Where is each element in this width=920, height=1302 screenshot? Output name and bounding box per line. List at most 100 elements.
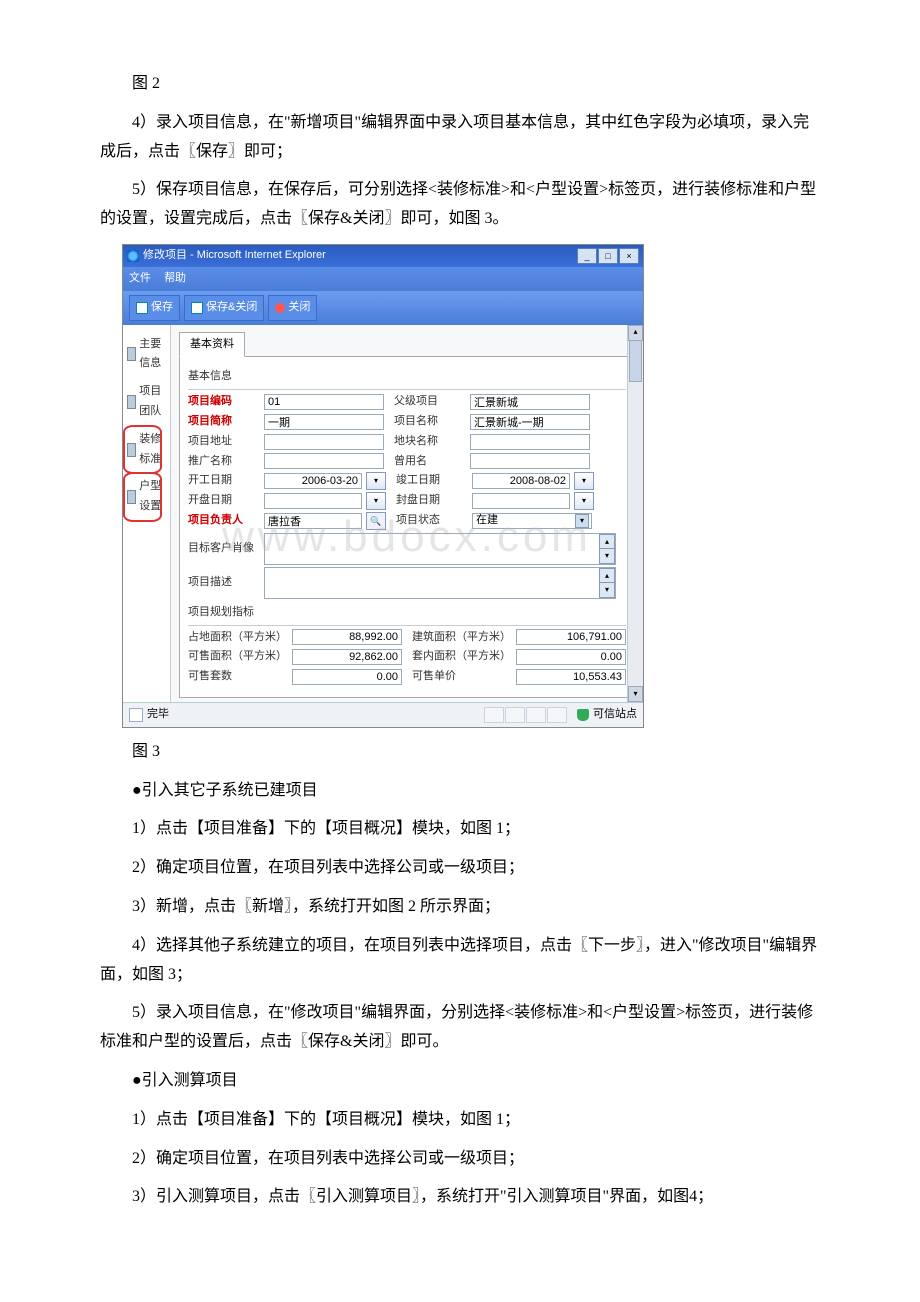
screenshot-figure-3: 修改项目 - Microsoft Internet Explorer _ □ ×… (122, 244, 644, 728)
date-picker-start[interactable]: ▾ (366, 472, 386, 490)
sidebar-item-team[interactable]: 项目团队 (125, 378, 168, 426)
menu-file[interactable]: 文件 (129, 272, 151, 284)
label-land-name: 地块名称 (394, 432, 466, 452)
input-project-code[interactable] (264, 394, 384, 410)
input-promo-name[interactable] (264, 453, 384, 469)
label-sale-area: 可售面积（平方米） (188, 647, 288, 667)
select-status[interactable]: 在建 ▾ (472, 513, 592, 529)
ie-page-icon (129, 708, 143, 722)
label-promo-name: 推广名称 (188, 452, 260, 472)
import-step5: 5）录入项目信息，在"修改项目"编辑界面，分别选择<装修标准>和<户型设置>标签… (100, 999, 820, 1057)
input-land-area[interactable] (292, 629, 402, 645)
status-bar: 完毕 可信站点 (123, 702, 643, 727)
input-open-date[interactable] (264, 493, 362, 509)
import-step2: 2）确定项目位置，在项目列表中选择公司或一级项目； (100, 854, 820, 883)
label-project-name: 项目名称 (394, 412, 466, 432)
input-finish-date[interactable] (472, 473, 570, 489)
calc-step1: 1）点击【项目准备】下的【项目概况】模块，如图 1； (100, 1106, 820, 1135)
section-metrics: 项目规划指标 (188, 603, 626, 626)
paragraph-step5: 5）保存项目信息，在保存后，可分别选择<装修标准>和<户型设置>标签页，进行装修… (100, 176, 820, 234)
label-project-code: 项目编码 (188, 392, 260, 412)
save-button[interactable]: 保存 (129, 295, 180, 321)
decoration-icon (127, 443, 136, 457)
input-land-name[interactable] (470, 434, 590, 450)
heading-import-subsystem: ●引入其它子系统已建项目 (100, 777, 820, 806)
trusted-site-icon (577, 709, 589, 721)
figure-caption-2: 图 2 (100, 70, 820, 99)
sidebar-item-main-info[interactable]: 主要信息 (125, 331, 168, 379)
ie-icon (127, 250, 139, 262)
close-icon (275, 303, 285, 313)
label-sale-price: 可售单价 (412, 667, 512, 687)
date-picker-plan[interactable]: ▾ (574, 492, 594, 510)
owner-picker[interactable] (366, 512, 386, 530)
input-owner[interactable] (264, 513, 362, 529)
sidebar-item-unit-type[interactable]: 户型设置 (125, 473, 168, 521)
textarea-target-customer[interactable]: ▴ ▾ (264, 533, 616, 565)
input-project-name[interactable] (470, 414, 590, 430)
date-picker-open[interactable]: ▾ (366, 492, 386, 510)
figure-caption-3: 图 3 (100, 738, 820, 767)
status-done: 完毕 (147, 705, 169, 725)
input-parent-project[interactable] (470, 394, 590, 410)
scroll-down-icon[interactable]: ▾ (599, 582, 615, 598)
date-picker-finish[interactable]: ▾ (574, 472, 594, 490)
status-cell (526, 707, 546, 723)
save-close-icon (191, 302, 203, 314)
input-build-area[interactable] (516, 629, 626, 645)
import-step1: 1）点击【项目准备】下的【项目概况】模块，如图 1； (100, 815, 820, 844)
sidebar-item-decoration[interactable]: 装修标准 (125, 426, 168, 474)
status-cell (505, 707, 525, 723)
section-basic-info: 基本信息 (188, 367, 626, 390)
input-project-addr[interactable] (264, 434, 384, 450)
import-step4: 4）选择其他子系统建立的项目，在项目列表中选择项目，点击〖下一步〗，进入"修改项… (100, 932, 820, 990)
input-plan-date[interactable] (472, 493, 570, 509)
label-plan-date: 封盘日期 (396, 491, 468, 511)
input-sale-count[interactable] (292, 669, 402, 685)
team-icon (127, 395, 136, 409)
label-inner-area: 套内面积（平方米） (412, 647, 512, 667)
menu-bar: 文件 帮助 (123, 267, 643, 291)
sidebar: 主要信息 项目团队 装修标准 户型设置 (123, 325, 171, 702)
label-project-short: 项目简称 (188, 412, 260, 432)
window-titlebar: 修改项目 - Microsoft Internet Explorer _ □ × (123, 245, 643, 267)
label-old-name: 曾用名 (394, 452, 466, 472)
input-sale-price[interactable] (516, 669, 626, 685)
import-step3: 3）新增，点击〖新增〗，系统打开如图 2 所示界面； (100, 893, 820, 922)
label-open-date: 开盘日期 (188, 491, 260, 511)
scroll-thumb[interactable] (629, 340, 642, 382)
unit-icon (127, 490, 136, 504)
status-trusted: 可信站点 (593, 705, 637, 725)
main-pane: 基本资料 基本信息 项目编码 父级项目 项目简称 (171, 325, 643, 702)
label-sale-count: 可售套数 (188, 667, 288, 687)
label-status: 项目状态 (396, 511, 468, 531)
minimize-button[interactable]: _ (577, 248, 597, 264)
heading-import-calc: ●引入测算项目 (100, 1067, 820, 1096)
close-button[interactable]: 关闭 (268, 295, 317, 321)
tab-basic[interactable]: 基本资料 (179, 332, 245, 358)
calc-step3: 3）引入测算项目，点击〖引入测算项目〗，系统打开"引入测算项目"界面，如图4； (100, 1183, 820, 1212)
label-project-addr: 项目地址 (188, 432, 260, 452)
save-close-button[interactable]: 保存&关闭 (184, 295, 264, 321)
label-target-customer: 目标客户肖像 (188, 539, 260, 559)
input-inner-area[interactable] (516, 649, 626, 665)
menu-help[interactable]: 帮助 (164, 272, 186, 284)
input-old-name[interactable] (470, 453, 590, 469)
close-window-button[interactable]: × (619, 248, 639, 264)
label-land-area: 占地面积（平方米） (188, 628, 288, 648)
maximize-button[interactable]: □ (598, 248, 618, 264)
label-project-desc: 项目描述 (188, 573, 260, 593)
label-parent-project: 父级项目 (394, 392, 466, 412)
label-finish-date: 竣工日期 (396, 471, 468, 491)
input-start-date[interactable] (264, 473, 362, 489)
scroll-down-button[interactable]: ▾ (628, 686, 643, 702)
input-project-short[interactable] (264, 414, 384, 430)
scroll-up-button[interactable]: ▴ (628, 325, 643, 341)
scroll-down-icon[interactable]: ▾ (599, 548, 615, 564)
input-sale-area[interactable] (292, 649, 402, 665)
vertical-scrollbar[interactable]: ▴ ▾ (627, 325, 643, 702)
label-build-area: 建筑面积（平方米） (412, 628, 512, 648)
window-title: 修改项目 - Microsoft Internet Explorer (143, 246, 577, 266)
chevron-down-icon: ▾ (575, 514, 589, 528)
textarea-project-desc[interactable]: ▴ ▾ (264, 567, 616, 599)
